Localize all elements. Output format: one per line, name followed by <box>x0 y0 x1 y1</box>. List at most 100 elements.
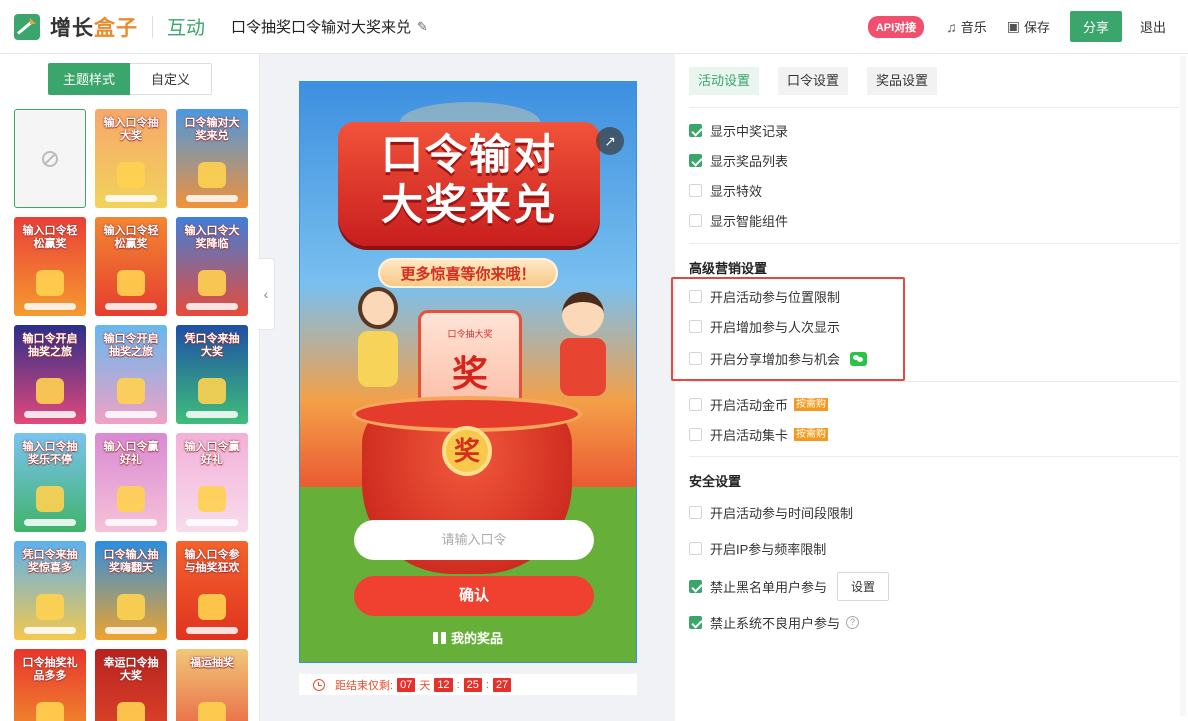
theme-thumbnail-title: 凭口令来抽大奖 <box>184 333 240 358</box>
collapse-panel-button[interactable]: ‹ <box>258 258 275 330</box>
theme-thumbnail[interactable]: 输入口令轻松赢奖 <box>95 217 167 316</box>
phone-preview: 口令输对 大奖来兑 ↗ 更多惊喜等你来哦！ 口令抽大奖 奖 奖 请输入口令 确认 … <box>299 81 637 663</box>
checkbox[interactable] <box>689 398 702 411</box>
music-button[interactable]: ♫ 音乐 <box>946 17 987 36</box>
option-activity-coins[interactable]: 开启活动金币 按需购 <box>689 395 829 414</box>
theme-thumbnail-title: 口令输入抽奖嗨翻天 <box>103 549 159 574</box>
tab-prize-settings[interactable]: 奖品设置 <box>867 67 938 95</box>
countdown-bar: 距结束仅剩: 07 天 12 : 25 : 27 <box>299 674 637 695</box>
option-time-period-limit[interactable]: 开启活动参与时间段限制 <box>689 503 853 522</box>
api-badge[interactable]: API对接 <box>867 15 925 38</box>
divider <box>689 243 1179 244</box>
theme-thumbnail-input-bar <box>105 303 157 310</box>
countdown-separator: : <box>485 678 489 691</box>
theme-grid: 输入口令抽大奖 口令输对大奖来兑 输入口令轻松赢奖 输入口令轻松赢奖 输入口令大奖降临输… <box>14 109 248 721</box>
theme-thumbnail-title: 输入口令赢好礼 <box>103 441 159 466</box>
checkbox[interactable] <box>689 184 702 197</box>
theme-thumbnail[interactable]: 输入口令赢好礼 <box>95 433 167 532</box>
theme-thumbnail[interactable]: 输入口令参与抽奖狂欢 <box>176 541 248 640</box>
logo-icon <box>14 13 40 40</box>
countdown-days-unit: 天 <box>419 679 431 692</box>
theme-thumbnail[interactable]: 凭口令来抽奖惊喜多 <box>14 541 86 640</box>
password-input[interactable]: 请输入口令 <box>354 520 594 560</box>
option-ip-frequency-limit[interactable]: 开启IP参与频率限制 <box>689 539 826 558</box>
theme-thumbnail[interactable]: 凭口令来抽大奖 <box>176 325 248 424</box>
theme-thumbnail-illustration <box>198 270 226 296</box>
logo-divider <box>152 15 153 38</box>
theme-none-option[interactable] <box>14 109 86 208</box>
theme-thumbnail[interactable]: 福运抽奖 <box>176 649 248 721</box>
theme-thumbnail-illustration <box>117 702 145 721</box>
theme-thumbnail[interactable]: 口令抽奖礼品多多 <box>14 649 86 721</box>
theme-thumbnail[interactable]: 口令输入抽奖嗨翻天 <box>95 541 167 640</box>
theme-thumbnail-illustration <box>198 594 226 620</box>
theme-thumbnail[interactable]: 输口令开启抽奖之旅 <box>14 325 86 424</box>
card-label: 口令抽大奖 <box>447 329 493 339</box>
checkbox[interactable] <box>689 124 702 137</box>
tab-password-settings[interactable]: 口令设置 <box>778 67 849 95</box>
compass-icon[interactable]: ↗ <box>596 127 624 155</box>
checkbox[interactable] <box>689 616 702 629</box>
theme-thumbnail[interactable]: 输入口令赢好礼 <box>176 433 248 532</box>
help-icon[interactable]: ? <box>846 616 860 629</box>
exit-button[interactable]: 退出 <box>1140 17 1166 36</box>
security-settings-title: 安全设置 <box>689 474 742 489</box>
option-show-effects[interactable]: 显示特效 <box>689 181 762 200</box>
theme-thumbnail-title: 输入口令轻松赢奖 <box>22 225 78 250</box>
boy-character-illustration <box>552 292 616 412</box>
theme-thumbnail[interactable]: 幸运口令抽大奖 <box>95 649 167 721</box>
theme-thumbnail-input-bar <box>24 411 76 418</box>
confirm-button[interactable]: 确认 <box>354 576 594 616</box>
theme-thumbnail-title: 输口令开启抽奖之旅 <box>103 333 159 358</box>
countdown-days: 07 <box>397 677 416 692</box>
checkbox[interactable] <box>689 154 702 167</box>
save-icon: ▣ <box>1006 18 1020 34</box>
option-block-blacklist[interactable]: 禁止黑名单用户参与 设置 <box>689 572 890 601</box>
option-block-bad-users[interactable]: 禁止系统不良用户参与? <box>689 613 860 632</box>
theme-thumbnail[interactable]: 输入口令抽奖乐不停 <box>14 433 86 532</box>
brand-logo[interactable]: 增长盒子 <box>14 12 138 42</box>
theme-thumbnail-illustration <box>198 486 226 512</box>
option-show-smart-widgets[interactable]: 显示智能组件 <box>689 211 788 230</box>
settings-scrollbar[interactable] <box>1180 56 1186 716</box>
theme-thumbnail-input-bar <box>24 519 76 526</box>
tab-activity-settings[interactable]: 活动设置 <box>689 67 760 95</box>
theme-thumbnail-illustration <box>117 594 145 620</box>
theme-thumbnail-illustration <box>117 378 145 404</box>
theme-thumbnail[interactable]: 输口令开启抽奖之旅 <box>95 325 167 424</box>
no-theme-icon <box>42 150 58 167</box>
logo-text: 增长盒子 <box>50 16 138 40</box>
theme-thumbnail[interactable]: 输入口令大奖降临 <box>176 217 248 316</box>
edit-icon[interactable]: ✎ <box>417 19 428 35</box>
option-activity-card-collect[interactable]: 开启活动集卡 按需购 <box>689 425 829 444</box>
theme-thumbnail[interactable]: 口令输对大奖来兑 <box>176 109 248 208</box>
blacklist-settings-button[interactable]: 设置 <box>837 572 890 601</box>
option-show-winning-records[interactable]: 显示中奖记录 <box>689 121 788 140</box>
theme-thumbnail-illustration <box>198 378 226 404</box>
gift-icon <box>432 632 446 644</box>
theme-thumbnail-input-bar <box>105 195 157 202</box>
my-prizes-link[interactable]: 我的奖品 <box>300 628 636 647</box>
tab-custom[interactable]: 自定义 <box>130 63 212 95</box>
top-header: 增长盒子 互动 口令抽奖口令输对大奖来兑 ✎ API对接 ♫ 音乐 ▣ 保存 分享 … <box>0 0 1188 54</box>
tab-theme-style[interactable]: 主题样式 <box>48 63 130 95</box>
checkbox[interactable] <box>689 214 702 227</box>
page-title: 口令抽奖口令输对大奖来兑 <box>231 19 412 36</box>
theme-thumbnail[interactable]: 输入口令轻松赢奖 <box>14 217 86 316</box>
theme-thumbnail-title: 输入口令抽奖乐不停 <box>22 441 78 466</box>
checkbox[interactable] <box>689 506 702 519</box>
checkbox[interactable] <box>689 542 702 555</box>
theme-thumbnail[interactable]: 输入口令抽大奖 <box>95 109 167 208</box>
share-button[interactable]: 分享 <box>1069 11 1122 42</box>
settings-panel: 活动设置 口令设置 奖品设置 显示中奖记录 显示奖品列表 显示特效 显示智能组件… <box>675 54 1188 721</box>
music-icon: ♫ <box>946 18 957 35</box>
save-button[interactable]: ▣ 保存 <box>1007 17 1050 36</box>
checkbox[interactable] <box>689 580 702 593</box>
theme-thumbnail-illustration <box>117 486 145 512</box>
theme-thumbnail-title: 输入口令轻松赢奖 <box>103 225 159 250</box>
checkbox[interactable] <box>689 428 702 441</box>
countdown-minutes: 25 <box>463 677 482 692</box>
option-show-prize-list[interactable]: 显示奖品列表 <box>689 151 788 170</box>
preview-title: 口令输对 大奖来兑 <box>380 131 557 228</box>
on-demand-tag: 按需购 <box>794 398 829 411</box>
